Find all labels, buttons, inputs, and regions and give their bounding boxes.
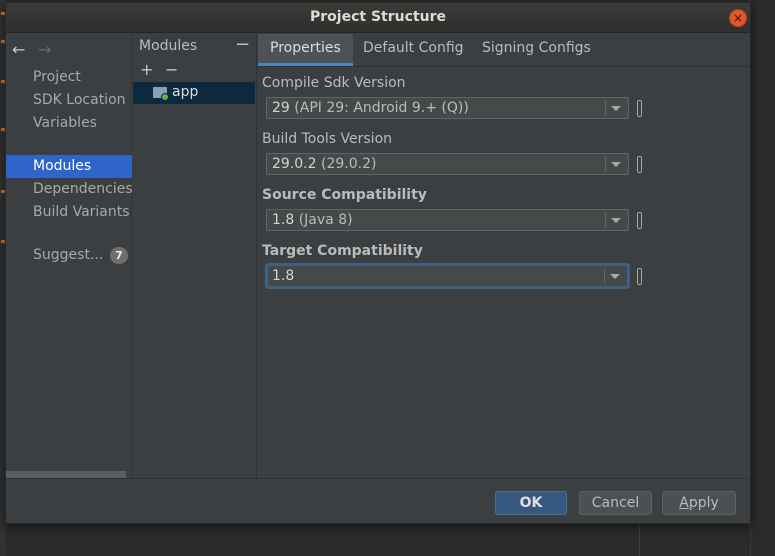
tab-bar: Properties Default Config Signing Config… [258, 34, 750, 67]
title-bar[interactable]: Project Structure × [6, 3, 750, 33]
sidebar-item-build-variants[interactable]: Build Variants [6, 201, 132, 224]
remove-module-icon[interactable]: − [165, 60, 178, 79]
source-compat-combo[interactable]: 1.8 (Java 8) [266, 209, 629, 231]
sidebar-item-sdk-location[interactable]: SDK Location [6, 89, 132, 112]
build-tools-label: Build Tools Version [262, 131, 393, 147]
apply-button[interactable]: Apply [662, 491, 736, 515]
cancel-button[interactable]: Cancel [579, 491, 652, 515]
combo-value: 29 (API 29: Android 9.+ (Q)) [272, 100, 469, 116]
tab-default-config[interactable]: Default Config [351, 34, 476, 66]
dialog-title: Project Structure [310, 9, 446, 25]
sidebar: ← → Project SDK Location Variables Modul… [6, 34, 133, 478]
target-compat-label: Target Compatibility [262, 243, 423, 259]
modules-header: Modules [139, 38, 198, 54]
combo-separator [604, 268, 605, 284]
module-properties: Properties Default Config Signing Config… [258, 34, 750, 478]
tab-properties[interactable]: Properties [258, 34, 353, 66]
editor-divider [639, 520, 640, 556]
combo-separator [605, 212, 606, 228]
compile-sdk-combo[interactable]: 29 (API 29: Android 9.+ (Q)) [266, 97, 629, 119]
collapse-panel-icon[interactable]: − [235, 34, 250, 55]
apply-mnemonic: A [679, 495, 689, 511]
sidebar-item-modules[interactable]: Modules [6, 155, 132, 178]
combo-separator [605, 156, 606, 172]
suggestions-count-badge: 7 [110, 247, 128, 264]
combo-value: 1.8 (Java 8) [272, 212, 353, 228]
sidebar-item-suggestions[interactable]: Suggest... 7 [6, 244, 132, 267]
combo-value: 29.0.2 (29.0.2) [272, 156, 377, 172]
combo-value: 1.8 [272, 268, 295, 284]
sidebar-item-label: Suggest... [33, 247, 104, 263]
project-structure-dialog: Project Structure × ← → Project SDK Loca… [5, 2, 751, 524]
source-compat-label: Source Compatibility [262, 187, 427, 203]
chevron-down-icon[interactable] [611, 218, 621, 223]
chevron-down-icon[interactable] [611, 106, 621, 111]
edit-field-icon[interactable] [637, 212, 642, 229]
close-button[interactable]: × [729, 9, 747, 27]
module-tree-item-app[interactable]: app [133, 82, 255, 104]
modules-panel: Modules − + − app [133, 34, 257, 478]
module-folder-icon [153, 87, 169, 101]
module-label: app [172, 84, 199, 100]
chevron-down-icon[interactable] [611, 162, 621, 167]
sidebar-item-project[interactable]: Project [6, 66, 132, 89]
build-tools-combo[interactable]: 29.0.2 (29.0.2) [266, 153, 629, 175]
compile-sdk-label: Compile Sdk Version [262, 75, 406, 91]
chevron-down-icon[interactable] [610, 274, 620, 279]
forward-arrow-icon[interactable]: → [38, 40, 51, 59]
sidebar-item-dependencies[interactable]: Dependencies [6, 178, 133, 201]
horizontal-scrollbar[interactable] [6, 471, 126, 478]
sidebar-item-variables[interactable]: Variables [6, 112, 132, 135]
target-compat-combo[interactable]: 1.8 [266, 264, 629, 288]
edit-field-icon[interactable] [637, 156, 642, 173]
edit-field-icon[interactable] [637, 100, 642, 117]
combo-separator [605, 100, 606, 116]
close-icon: × [732, 11, 744, 25]
dialog-footer: OK Cancel Apply [6, 478, 750, 523]
ok-button[interactable]: OK [495, 491, 567, 515]
apply-label: pply [688, 495, 719, 511]
edit-field-icon[interactable] [637, 268, 642, 285]
tab-signing-configs[interactable]: Signing Configs [470, 34, 603, 66]
back-arrow-icon[interactable]: ← [12, 40, 25, 59]
add-module-icon[interactable]: + [140, 60, 153, 79]
